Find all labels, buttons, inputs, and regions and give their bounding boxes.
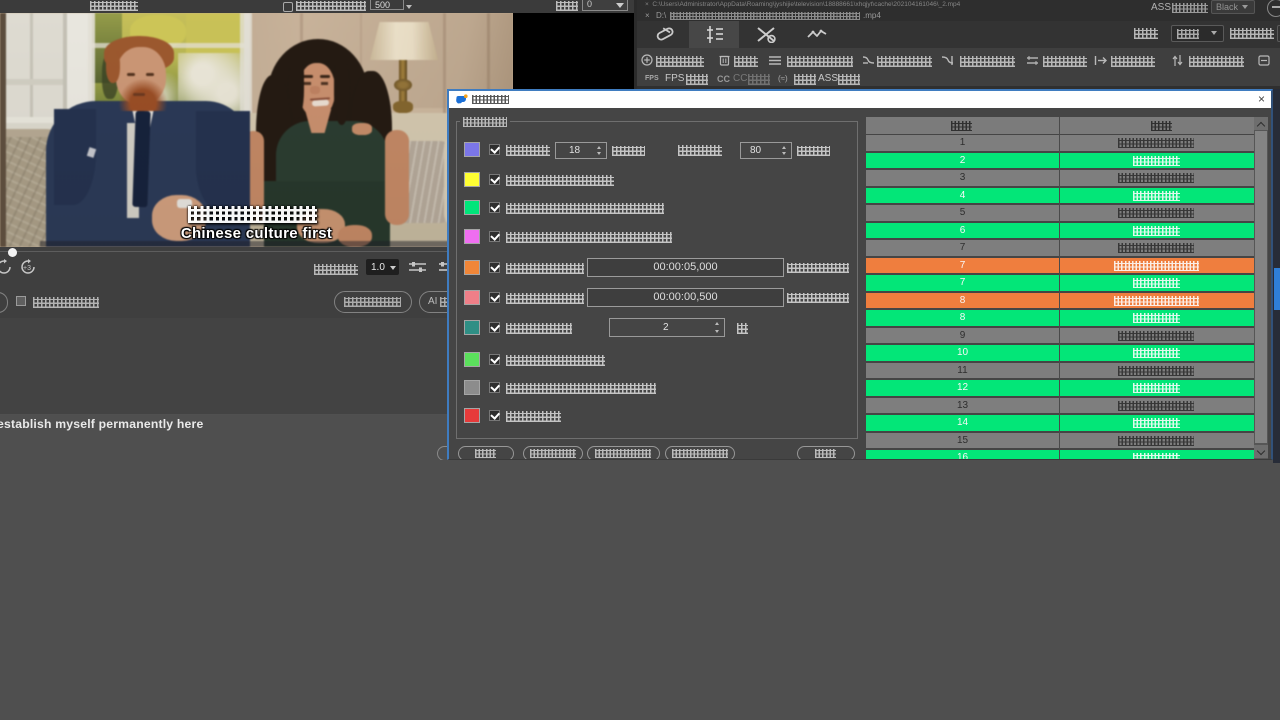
svg-text:+3: +3: [23, 265, 31, 272]
